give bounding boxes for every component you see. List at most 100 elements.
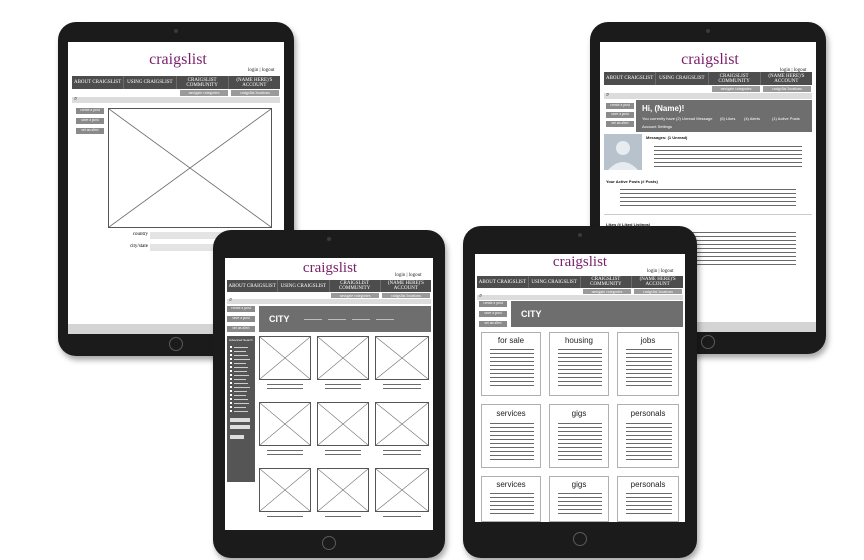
logout-link[interactable]: logout [661, 269, 674, 274]
logout-link[interactable]: logout [262, 68, 275, 73]
stat-likes[interactable]: (6) Likes [720, 116, 735, 121]
nav-community[interactable]: CRAIGSLIST COMMUNITY [176, 76, 228, 89]
nav-community[interactable]: CRAIGSLIST COMMUNITY [580, 276, 632, 288]
nav-using[interactable]: USING CRAIGSLIST [656, 72, 708, 85]
stat-active-posts[interactable]: (1) Active Posts [772, 116, 800, 121]
search-bar[interactable]: ⌕ [477, 293, 683, 300]
save-post-button[interactable]: save a post [479, 311, 507, 317]
create-post-button[interactable]: create a post [227, 306, 255, 312]
craigslist-logo[interactable]: craigslist [118, 51, 238, 69]
create-post-button[interactable]: create a post [606, 103, 634, 109]
listing-thumbnail[interactable] [317, 468, 369, 512]
category-housing[interactable]: housing [549, 332, 609, 396]
messages-header[interactable]: Messages: (1 Unread) [646, 135, 687, 140]
filter-checkbox[interactable] [230, 406, 252, 408]
home-button-icon[interactable] [322, 536, 336, 550]
category-services[interactable]: services [481, 404, 541, 468]
filter-input[interactable] [230, 425, 250, 429]
category-personals-2[interactable]: personals [617, 476, 679, 522]
filter-checkbox[interactable] [230, 398, 252, 400]
nav-community[interactable]: CRAIGSLIST COMMUNITY [708, 72, 760, 85]
nav-account[interactable]: (NAME HERE)'S ACCOUNT [632, 276, 683, 288]
nav-account[interactable]: (NAME HERE)'S ACCOUNT [760, 72, 812, 85]
nav-using[interactable]: USING CRAIGSLIST [278, 280, 329, 292]
nav-using[interactable]: USING CRAIGSLIST [124, 76, 176, 89]
filter-checkbox[interactable] [230, 358, 252, 360]
camera-icon [578, 233, 582, 237]
subnav-categories[interactable]: navigate categories [712, 86, 760, 92]
subnav-categories[interactable]: navigate categories [331, 293, 379, 298]
home-button-icon[interactable] [573, 532, 587, 546]
listing-thumbnail[interactable] [375, 336, 429, 380]
create-post-button[interactable]: create a post [76, 108, 104, 114]
create-post-button[interactable]: create a post [479, 301, 507, 307]
set-alert-button[interactable]: set an alert [227, 326, 255, 332]
filter-checkbox[interactable] [230, 370, 252, 372]
login-link[interactable]: login [647, 269, 657, 274]
account-settings-link[interactable]: Account Settings [642, 124, 672, 129]
nav-community[interactable]: CRAIGSLIST COMMUNITY [329, 280, 380, 292]
category-jobs[interactable]: jobs [617, 332, 679, 396]
save-post-button[interactable]: save a post [606, 112, 634, 118]
filter-checkbox[interactable] [230, 378, 252, 380]
category-for-sale[interactable]: for sale [481, 332, 541, 396]
listing-thumbnail[interactable] [375, 468, 429, 512]
filter-checkbox[interactable] [230, 374, 252, 376]
home-button-icon[interactable] [169, 337, 183, 351]
filter-checkbox[interactable] [230, 402, 252, 404]
subnav-locations[interactable]: craigslist locations [382, 293, 430, 298]
filter-checkbox[interactable] [230, 390, 252, 392]
filter-input[interactable] [230, 435, 244, 439]
filter-checkbox[interactable] [230, 354, 252, 356]
filter-checkbox[interactable] [230, 410, 252, 412]
set-alert-button[interactable]: set an alert [479, 321, 507, 327]
nav-about[interactable]: ABOUT CRAIGSLIST [72, 76, 124, 89]
subnav-categories[interactable]: navigate categories [180, 90, 228, 96]
filter-checkbox[interactable] [230, 382, 252, 384]
subnav-locations[interactable]: craigslist locations [634, 289, 682, 294]
search-bar[interactable]: ⌕ [72, 96, 280, 103]
search-bar[interactable]: ⌕ [227, 297, 431, 304]
filter-checkbox[interactable] [230, 362, 252, 364]
set-alert-button[interactable]: set an alert [606, 121, 634, 127]
login-link[interactable]: login [395, 273, 405, 278]
nav-about[interactable]: ABOUT CRAIGSLIST [227, 280, 278, 292]
nav-about[interactable]: ABOUT CRAIGSLIST [477, 276, 528, 288]
subnav-categories[interactable]: navigate categories [583, 289, 631, 294]
craigslist-logo[interactable]: craigslist [275, 260, 385, 277]
nav-using[interactable]: USING CRAIGSLIST [528, 276, 580, 288]
category-gigs[interactable]: gigs [549, 404, 609, 468]
craigslist-logo[interactable]: craigslist [525, 254, 635, 271]
home-button-icon[interactable] [701, 335, 715, 349]
nav-account[interactable]: (NAME HERE)'S ACCOUNT [380, 280, 431, 292]
subnav-locations[interactable]: craigslist locations [231, 90, 279, 96]
login-link[interactable]: login [248, 68, 258, 73]
category-services-2[interactable]: services [481, 476, 541, 522]
listing-thumbnail[interactable] [375, 402, 429, 446]
search-bar[interactable]: ⌕ [604, 92, 812, 99]
category-gigs-2[interactable]: gigs [549, 476, 609, 522]
listing-thumbnail[interactable] [259, 402, 311, 446]
save-post-button[interactable]: save a post [76, 118, 104, 124]
listing-thumbnail[interactable] [259, 468, 311, 512]
listing-thumbnail[interactable] [259, 336, 311, 380]
active-posts-header[interactable]: Your Active Posts (# Posts) [606, 179, 658, 184]
nav-account[interactable]: (NAME HERE)'S ACCOUNT [228, 76, 280, 89]
save-post-button[interactable]: save a post [227, 316, 255, 322]
filter-input[interactable] [230, 418, 250, 422]
logout-link[interactable]: logout [409, 273, 422, 278]
stat-alerts[interactable]: (4) Alerts [744, 116, 760, 121]
craigslist-logo[interactable]: craigslist [650, 51, 770, 69]
filter-checkbox[interactable] [230, 366, 252, 368]
stat-unread[interactable]: (2) Unread Message [676, 116, 712, 121]
filter-checkbox[interactable] [230, 394, 252, 396]
nav-about[interactable]: ABOUT CRAIGSLIST [604, 72, 656, 85]
filter-checkbox[interactable] [230, 350, 252, 352]
filter-checkbox[interactable] [230, 386, 252, 388]
filter-checkbox[interactable] [230, 346, 252, 348]
listing-thumbnail[interactable] [317, 336, 369, 380]
listing-thumbnail[interactable] [317, 402, 369, 446]
set-alert-button[interactable]: set an alert [76, 128, 104, 134]
category-personals[interactable]: personals [617, 404, 679, 468]
subnav-locations[interactable]: craigslist locations [763, 86, 811, 92]
